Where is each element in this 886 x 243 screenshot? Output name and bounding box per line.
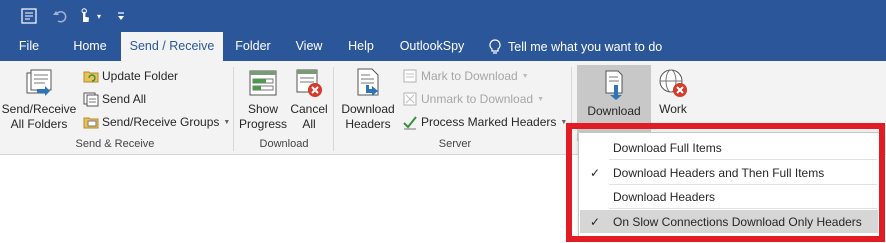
unmark-to-download-button[interactable]: Unmark to Download ▼ (402, 89, 544, 109)
send-receive-all-folders-button[interactable]: Send/Receive All Folders (1, 63, 77, 137)
button-label: Send/Receive (1, 102, 77, 116)
update-folder-button[interactable]: Update Folder (83, 66, 178, 86)
tab-file[interactable]: File (8, 32, 50, 61)
download-headers-icon (357, 68, 379, 96)
send-receive-groups-icon (83, 117, 99, 129)
update-folder-label: Update Folder (102, 69, 179, 83)
mark-to-download-button[interactable]: Mark to Download ▼ (402, 66, 529, 86)
qat-dropdown-icon[interactable]: ▾ (94, 6, 104, 26)
chevron-down-icon: ▼ (537, 95, 544, 103)
customize-qat-icon[interactable] (114, 6, 128, 26)
send-all-button[interactable]: Send All (83, 89, 146, 109)
button-label: Work (659, 102, 687, 116)
process-marked-headers-label: Process Marked Headers (421, 115, 557, 129)
group-label-download: Download (259, 138, 309, 150)
tab-outlookspy[interactable]: OutlookSpy (392, 32, 472, 61)
button-label: All (302, 117, 316, 131)
mark-to-download-icon (403, 69, 417, 83)
chevron-down-icon: ▼ (521, 72, 529, 80)
send-receive-groups-button[interactable]: Send/Receive Groups ▼ (83, 112, 230, 132)
download-headers-button[interactable]: Download Headers (339, 63, 397, 137)
group-divider (333, 67, 334, 151)
button-label: Headers (345, 117, 391, 131)
cancel-all-button[interactable]: Cancel All (288, 63, 330, 137)
globe-icon (659, 69, 687, 97)
send-receive-all-icon (26, 69, 52, 96)
lightbulb-icon (489, 38, 501, 54)
button-label: All Folders (10, 117, 68, 131)
tell-me-box[interactable]: Tell me what you want to do (488, 32, 662, 61)
cancel-all-icon (296, 69, 322, 97)
mark-to-download-label: Mark to Download (421, 69, 518, 83)
send-receive-groups-label: Send/Receive Groups (102, 115, 220, 129)
ribbon-tabs: File Home Send / Receive Folder View Hel… (0, 32, 886, 61)
send-all-label: Send All (102, 92, 147, 106)
tell-me-text: Tell me what you want to do (508, 39, 663, 54)
tab-view[interactable]: View (288, 32, 330, 61)
show-progress-icon (249, 70, 277, 96)
update-folder-icon (83, 71, 99, 83)
group-label-send-receive: Send & Receive (75, 138, 155, 150)
unmark-to-download-label: Unmark to Download (421, 92, 534, 106)
button-label: Cancel (290, 102, 328, 116)
group-label-server: Server (438, 138, 472, 150)
download-preferences-icon (605, 70, 623, 100)
tab-send-receive[interactable]: Send / Receive (121, 32, 223, 61)
tab-home[interactable]: Home (64, 32, 116, 61)
show-progress-button[interactable]: Show Progress (238, 63, 288, 137)
highlight-frame (566, 123, 885, 242)
unmark-to-download-icon (403, 92, 417, 106)
send-all-icon (83, 92, 99, 107)
button-label: Progress (238, 117, 288, 131)
button-label: Download (341, 102, 395, 116)
touch-mode-icon[interactable] (75, 6, 95, 26)
undo-icon[interactable] (50, 6, 70, 26)
button-label: Download (587, 104, 641, 118)
quick-access-toolbar: ▾ (0, 0, 886, 32)
send-receive-all-icon[interactable] (19, 6, 39, 26)
button-label: Show (247, 102, 279, 116)
tab-help[interactable]: Help (340, 32, 382, 61)
chevron-down-icon: ▼ (223, 118, 231, 126)
process-marked-headers-button[interactable]: Process Marked Headers ▼ (402, 112, 567, 132)
group-divider (233, 67, 234, 151)
tab-folder[interactable]: Folder (228, 32, 278, 61)
process-marked-headers-icon (403, 116, 417, 130)
